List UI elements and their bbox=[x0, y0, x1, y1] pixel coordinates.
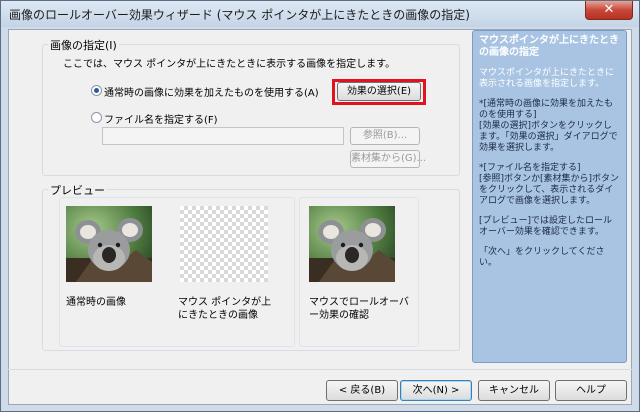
browse-button[interactable]: 参照(B)... bbox=[350, 127, 420, 145]
koala-photo-icon bbox=[66, 206, 152, 282]
radio-use-effect[interactable] bbox=[91, 85, 102, 96]
rollover-image bbox=[180, 206, 268, 282]
preview-legend: プレビュー bbox=[48, 182, 107, 198]
close-button[interactable]: ✕ bbox=[585, 1, 633, 20]
footer-divider bbox=[8, 369, 632, 370]
rollover-image-caption: マウス ポインタが上にきたときの画像 bbox=[178, 297, 272, 321]
title-bar[interactable]: 画像のロールオーバー効果ウィザード (マウス ポインタが上にきたときの画像の指定… bbox=[1, 1, 639, 27]
material-collection-button[interactable]: 素材集から(G)... bbox=[350, 150, 426, 168]
help-title: マウスポインタが上にきたときの画像の指定 bbox=[479, 35, 619, 58]
back-button[interactable]: < 戻る(B) bbox=[326, 380, 398, 401]
radio-specify-file[interactable] bbox=[91, 112, 102, 123]
select-effect-button[interactable]: 効果の選択(E) bbox=[337, 82, 421, 101]
file-name-input[interactable] bbox=[102, 127, 344, 145]
help-paragraph-effect: *[通常時の画像に効果を加えたものを使用する] [効果の選択]ボタンをクリックし… bbox=[479, 99, 618, 153]
close-icon: ✕ bbox=[603, 2, 615, 17]
help-subtitle: マウスポインタが上にきたときに表示される画像を指定します。 bbox=[479, 68, 615, 89]
next-button[interactable]: 次へ(N) > bbox=[400, 380, 472, 401]
radio-use-effect-label[interactable]: 通常時の画像に効果を加えたものを使用する(A) bbox=[104, 84, 319, 99]
image-spec-legend: 画像の指定(I) bbox=[48, 37, 119, 53]
help-paragraph-next: 「次へ」をクリックしてください。 bbox=[479, 247, 605, 268]
help-paragraph-file: *[ファイル名を指定する] [参照]ボタンか[素材集から]ボタンをクリックして、… bbox=[479, 163, 620, 206]
wizard-window: 画像のロールオーバー効果ウィザード (マウス ポインタが上にきたときの画像の指定… bbox=[0, 0, 640, 412]
window-title: 画像のロールオーバー効果ウィザード (マウス ポインタが上にきたときの画像の指定… bbox=[9, 8, 470, 22]
radio-specify-file-label[interactable]: ファイル名を指定する(F) bbox=[104, 111, 218, 126]
help-button[interactable]: ヘルプ bbox=[555, 380, 627, 401]
normal-image bbox=[66, 206, 152, 282]
image-spec-description: ここでは、マウス ポインタが上にきたときに表示する画像を指定します。 bbox=[63, 59, 396, 70]
normal-image-caption: 通常時の画像 bbox=[66, 297, 126, 308]
help-panel: マウスポインタが上にきたときの画像の指定 マウスポインタが上にきたときに表示され… bbox=[472, 30, 627, 363]
help-paragraph-preview: [プレビュー]では設定したロールオーバー効果を確認できます。 bbox=[479, 216, 613, 237]
koala-photo-icon bbox=[309, 206, 395, 282]
cancel-button[interactable]: キャンセル bbox=[478, 380, 550, 401]
rollover-test-caption: マウスでロールオーバー効果の確認 bbox=[309, 297, 409, 321]
rollover-test-image[interactable] bbox=[309, 206, 395, 282]
